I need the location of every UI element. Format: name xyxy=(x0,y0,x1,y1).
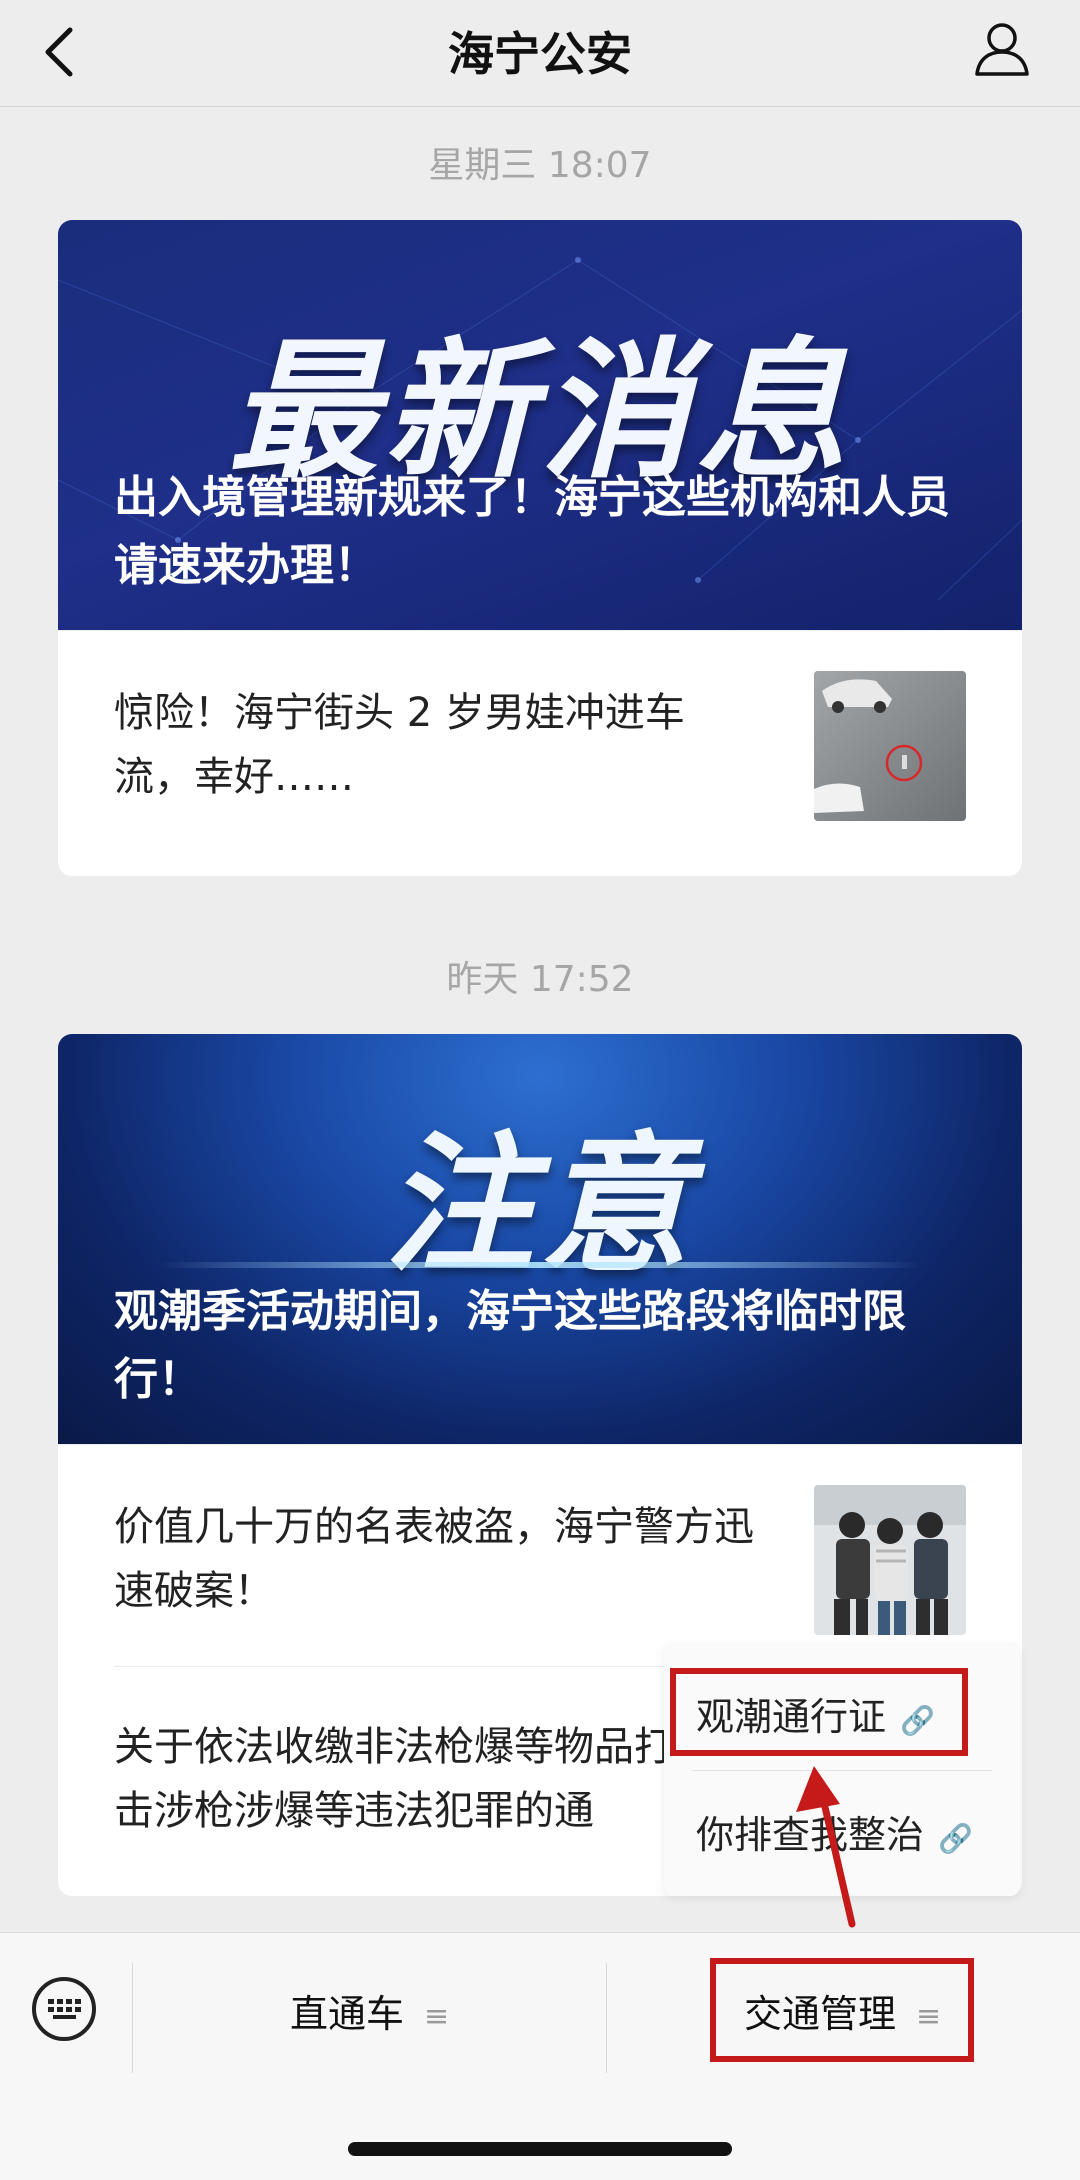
thumbnail-image xyxy=(814,671,966,821)
highlight-box xyxy=(710,1958,974,2062)
annotation-arrow-icon xyxy=(796,1766,856,1928)
banner-title: 观潮季活动期间，海宁这些路段将临时限行！ xyxy=(114,1286,906,1405)
home-indicator xyxy=(348,2142,732,2156)
thumbnail-image xyxy=(814,1485,966,1635)
list-item-title: 惊险！海宁街头 2 岁男娃冲进车流，幸好…… xyxy=(114,690,685,800)
article-card: 最新消息 出入境管理新规来了！海宁这些机构和人员请速来办理！ 惊险！海宁街头 2… xyxy=(58,220,1022,876)
list-item-title: 关于依法收缴非法枪爆等物品打击涉枪涉爆等违法犯罪的通 xyxy=(114,1724,674,1834)
link-icon: 🔗 xyxy=(938,1822,973,1855)
menu-tab-label: 直通车 xyxy=(290,1992,405,2036)
list-item[interactable]: 价值几十万的名表被盗，海宁警方迅速破案！ xyxy=(58,1444,1022,1667)
highlight-box xyxy=(670,1668,968,1756)
banner-title: 出入境管理新规来了！海宁这些机构和人员请速来办理！ xyxy=(114,472,950,591)
banner-glow-line xyxy=(158,1262,922,1268)
menu-tab[interactable]: 直通车 ≡ xyxy=(290,1983,449,2038)
banner-article[interactable]: 最新消息 出入境管理新规来了！海宁这些机构和人员请速来办理！ xyxy=(58,220,1022,630)
timestamp: 星期三 18:07 xyxy=(428,145,652,186)
list-item-title: 价值几十万的名表被盗，海宁警方迅速破案！ xyxy=(114,1504,754,1614)
page-title: 海宁公安 xyxy=(448,27,632,81)
profile-icon[interactable] xyxy=(972,18,1032,78)
banner-article[interactable]: 注意 观潮季活动期间，海宁这些路段将临时限行！ xyxy=(58,1034,1022,1444)
banner-headline: 注意 xyxy=(383,1119,696,1293)
timestamp: 昨天 17:52 xyxy=(446,959,634,1000)
menu-lines-icon: ≡ xyxy=(424,1999,450,2034)
tab-separator xyxy=(132,1963,133,2073)
tab-separator xyxy=(606,1963,607,2073)
nav-bar: 海宁公安 xyxy=(0,0,1080,107)
keyboard-icon[interactable] xyxy=(32,1977,96,2041)
list-item[interactable]: 惊险！海宁街头 2 岁男娃冲进车流，幸好…… xyxy=(58,630,1022,876)
